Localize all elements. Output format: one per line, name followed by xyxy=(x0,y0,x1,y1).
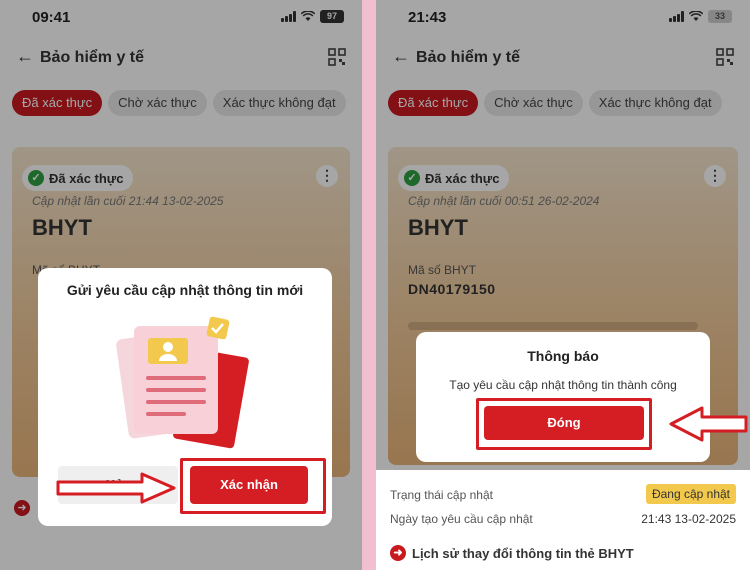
dialog-message: Tạo yêu cầu cập nhật thông tin thành côn… xyxy=(449,378,677,392)
status-badge: Đang cập nhật xyxy=(645,484,736,504)
arrow-right-icon: ➜ xyxy=(390,545,406,561)
highlight-frame xyxy=(476,398,652,450)
document-illustration-icon xyxy=(116,316,249,449)
request-date-row: Ngày tạo yêu cầu cập nhật 21:43 13-02-20… xyxy=(390,512,736,526)
notification-dialog: Thông báo Tạo yêu cầu cập nhật thông tin… xyxy=(416,332,710,462)
request-date-value: 21:43 13-02-2025 xyxy=(641,512,736,526)
dialog-title: Thông báo xyxy=(527,348,599,364)
update-status-row: Trạng thái cập nhật Đang cập nhật xyxy=(390,484,736,504)
history-link[interactable]: ➜ Lịch sử thay đổi thông tin thẻ BHYT xyxy=(390,545,634,561)
dialog-title: Gửi yêu cầu cập nhật thông tin mới xyxy=(66,282,304,298)
request-date-label: Ngày tạo yêu cầu cập nhật xyxy=(390,512,533,526)
highlight-frame xyxy=(180,458,326,514)
update-status-label: Trạng thái cập nhật xyxy=(390,488,493,502)
pointing-arrow-icon xyxy=(669,406,748,442)
update-request-dialog: Gửi yêu cầu cập nhật thông tin mới Hủy X… xyxy=(38,268,332,526)
history-link-label: Lịch sử thay đổi thông tin thẻ BHYT xyxy=(412,545,634,561)
pointing-arrow-icon xyxy=(56,472,176,504)
phone-screen-1: 09:41 97 ← Bảo hiểm y tế Đã xác thực Chờ… xyxy=(0,0,362,570)
phone-screen-2: 21:43 33 ← Bảo hiểm y tế Đã xác thực Chờ… xyxy=(376,0,750,570)
